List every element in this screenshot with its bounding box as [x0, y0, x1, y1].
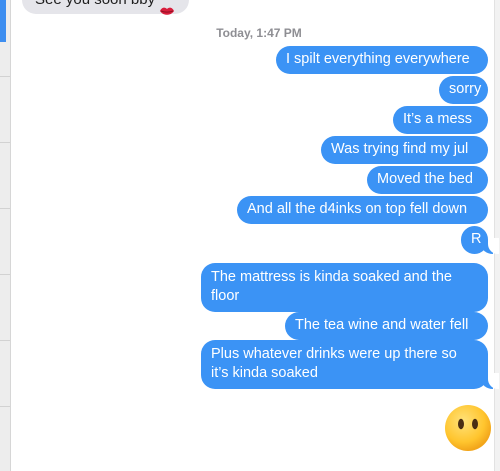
- list-divider: [0, 274, 10, 275]
- outgoing-message-bubble[interactable]: Plus whatever drinks were up there so it…: [201, 340, 499, 389]
- outgoing-message-bubble[interactable]: Was trying find my jul: [321, 136, 488, 164]
- list-divider: [0, 406, 10, 407]
- list-divider: [0, 340, 10, 341]
- kiss-lips-icon: [159, 0, 175, 15]
- outgoing-message-bubble[interactable]: The mattress is kinda soaked and the flo…: [201, 263, 488, 312]
- conversation-list-edge[interactable]: [0, 0, 11, 471]
- scrollbar-track[interactable]: [494, 0, 500, 471]
- outgoing-message-bubble[interactable]: R: [461, 226, 499, 254]
- outgoing-message-bubble[interactable]: It’s a mess: [393, 106, 488, 134]
- message-thread-window: See you soon bby Today, 1:47 PM I spilt …: [0, 0, 500, 471]
- outgoing-message-bubble[interactable]: And all the d4inks on top fell down: [237, 196, 488, 224]
- list-divider: [0, 76, 10, 77]
- outgoing-message-bubble[interactable]: Moved the bed: [367, 166, 488, 194]
- outgoing-message-bubble[interactable]: sorry: [439, 76, 488, 104]
- message-timestamp: Today, 1:47 PM: [216, 26, 302, 40]
- incoming-message-bubble[interactable]: See you soon bby: [22, 0, 190, 15]
- outgoing-message-bubble[interactable]: I spilt everything everywhere: [276, 46, 488, 74]
- list-divider: [0, 208, 10, 209]
- list-divider: [0, 142, 10, 143]
- incoming-message-text: See you soon bby: [35, 0, 155, 14]
- face-without-mouth-emoji-icon[interactable]: [444, 404, 492, 452]
- outgoing-message-bubble[interactable]: The tea wine and water fell: [285, 312, 488, 340]
